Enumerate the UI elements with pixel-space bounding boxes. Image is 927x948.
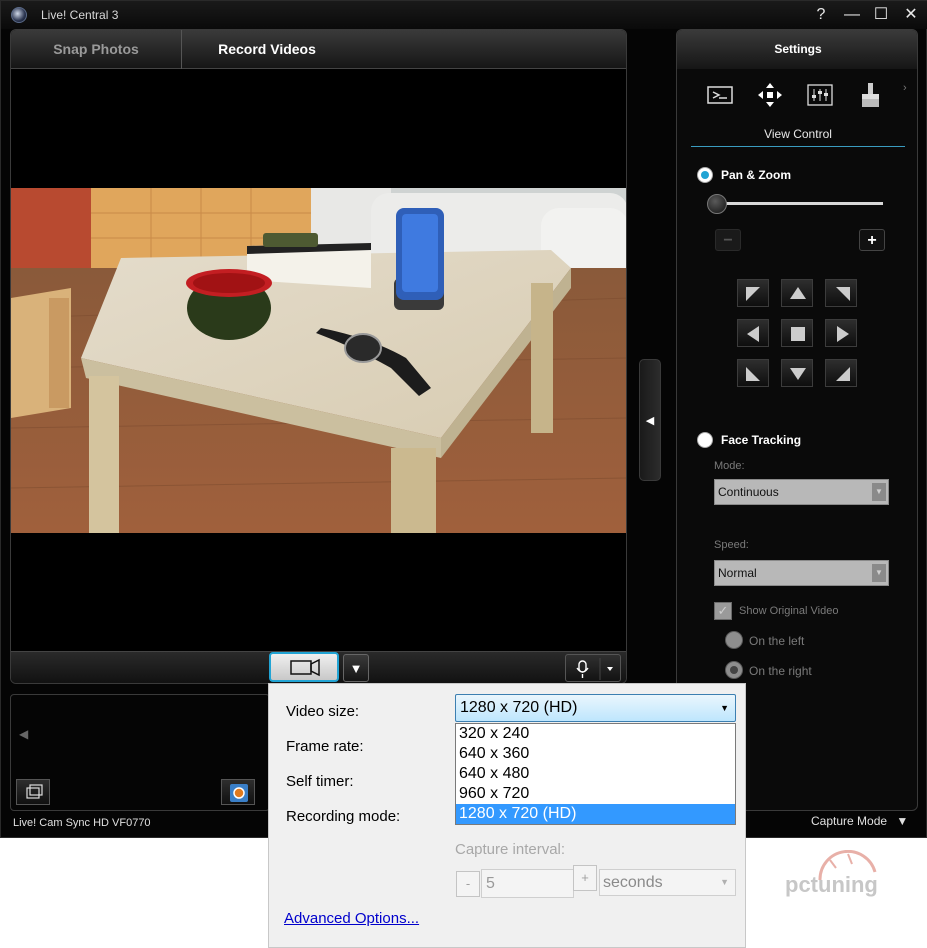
- chevron-down-icon: ▼: [872, 483, 886, 501]
- video-size-option[interactable]: 640 x 480: [456, 764, 735, 784]
- settings-title: Settings: [677, 30, 917, 69]
- video-size-options-list: 320 x 240 640 x 360 640 x 480 960 x 720 …: [455, 723, 736, 825]
- interval-increment-button: +: [573, 865, 597, 891]
- chevron-left-icon[interactable]: ◀: [19, 727, 28, 741]
- mode-select-value: Continuous: [718, 485, 779, 499]
- pan-zoom-radio[interactable]: [697, 167, 713, 183]
- on-right-radio: [725, 661, 743, 679]
- pan-up-button[interactable]: [781, 279, 813, 307]
- window-title: Live! Central 3: [41, 8, 119, 22]
- speed-select-value: Normal: [718, 566, 757, 580]
- brush-icon[interactable]: [855, 80, 885, 110]
- tab-snap-photos[interactable]: Snap Photos: [11, 30, 182, 69]
- pan-zoom-label: Pan & Zoom: [721, 168, 792, 182]
- pan-up-right-button[interactable]: [825, 279, 857, 307]
- chevron-down-icon: ▼: [349, 661, 363, 676]
- interval-value-input: 5: [481, 869, 574, 898]
- app-logo-icon: [11, 7, 27, 23]
- open-folder-button[interactable]: [16, 779, 50, 805]
- on-left-radio: [725, 631, 743, 649]
- capture-panel: Snap Photos Record Videos ▼: [10, 29, 627, 684]
- gallery-button[interactable]: [221, 779, 255, 805]
- maximize-button[interactable]: ☐: [870, 4, 892, 26]
- video-camera-icon: [290, 658, 320, 677]
- chevron-down-icon: ▼: [720, 703, 729, 713]
- face-tracking-radio[interactable]: [697, 432, 713, 448]
- capture-interval-label: Capture interval:: [455, 841, 566, 858]
- camera-photo-icon: [230, 784, 248, 802]
- show-original-label: Show Original Video: [739, 605, 839, 617]
- pan-down-left-button[interactable]: [737, 359, 769, 387]
- capture-mode-button[interactable]: Capture Mode ▼: [811, 814, 908, 828]
- device-name: Live! Cam Sync HD VF0770: [13, 817, 151, 829]
- frame-rate-label: Frame rate:: [286, 738, 364, 755]
- show-original-checkbox: ✓: [714, 602, 732, 620]
- video-size-option[interactable]: 960 x 720: [456, 784, 735, 804]
- self-timer-label: Self timer:: [286, 773, 354, 790]
- pan-right-button[interactable]: [825, 319, 857, 347]
- pan-left-button[interactable]: [737, 319, 769, 347]
- tab-record-videos[interactable]: Record Videos: [182, 30, 352, 69]
- equalizer-icon[interactable]: [805, 80, 835, 110]
- pan-center-button[interactable]: [781, 319, 813, 347]
- close-button[interactable]: ✕: [900, 4, 922, 26]
- video-size-option-selected[interactable]: 1280 x 720 (HD): [456, 804, 735, 824]
- view-control-icon[interactable]: [705, 80, 735, 110]
- capture-mode-label: Capture Mode: [811, 814, 888, 828]
- video-size-option[interactable]: 320 x 240: [456, 724, 735, 744]
- video-size-option[interactable]: 640 x 360: [456, 744, 735, 764]
- pan-down-right-button[interactable]: [825, 359, 857, 387]
- record-options-dropdown-button[interactable]: ▼: [343, 654, 369, 682]
- zoom-slider-track[interactable]: [717, 202, 883, 205]
- interval-decrement-button: -: [456, 871, 480, 897]
- microphone-icon: [576, 658, 613, 680]
- microphone-button[interactable]: [565, 654, 621, 682]
- face-tracking-label: Face Tracking: [721, 433, 802, 447]
- webcam-preview-image: [11, 188, 626, 533]
- video-options-popup: Video size: Frame rate: Self timer: Reco…: [268, 683, 746, 948]
- title-bar: Live! Central 3 ? — ☐ ✕: [1, 1, 927, 29]
- minimize-button[interactable]: —: [841, 4, 863, 26]
- watermark-text: pctuning: [785, 872, 878, 897]
- video-size-label: Video size:: [286, 703, 360, 720]
- recording-mode-label: Recording mode:: [286, 808, 401, 825]
- view-control-section-title: View Control: [691, 127, 905, 147]
- on-right-label: On the right: [749, 664, 812, 678]
- video-size-select[interactable]: 1280 x 720 (HD) ▼: [455, 694, 736, 722]
- collapse-panel-button[interactable]: ◀: [639, 359, 661, 481]
- zoom-out-button[interactable]: −: [715, 229, 741, 251]
- thumbnail-strip: ◀: [10, 694, 270, 811]
- video-size-value: 1280 x 720 (HD): [460, 699, 578, 716]
- mode-select: Continuous ▼: [714, 479, 889, 505]
- zoom-in-button[interactable]: +: [859, 229, 885, 251]
- advanced-options-link[interactable]: Advanced Options...: [284, 910, 419, 927]
- speed-label: Speed:: [714, 539, 749, 551]
- chevron-down-icon: ▼: [872, 564, 886, 582]
- interval-unit-value: seconds: [603, 874, 663, 891]
- caret-down-icon: ▼: [896, 814, 909, 828]
- pan-down-button[interactable]: [781, 359, 813, 387]
- move-arrows-icon[interactable]: [755, 80, 785, 110]
- pan-up-left-button[interactable]: [737, 279, 769, 307]
- mode-label: Mode:: [714, 460, 745, 472]
- chevron-down-icon: ▼: [720, 877, 729, 887]
- interval-unit-select: seconds ▼: [599, 869, 736, 896]
- chevron-right-icon[interactable]: ›: [903, 82, 907, 94]
- speed-select: Normal ▼: [714, 560, 889, 586]
- webcam-preview: [11, 188, 626, 533]
- help-button[interactable]: ?: [810, 4, 832, 26]
- on-left-label: On the left: [749, 634, 805, 648]
- record-button[interactable]: [269, 652, 339, 682]
- zoom-slider-handle[interactable]: [707, 194, 727, 214]
- folder-icon: [26, 784, 43, 799]
- chevron-left-icon: ◀: [645, 415, 655, 427]
- mode-tabs: Snap Photos Record Videos: [11, 30, 626, 69]
